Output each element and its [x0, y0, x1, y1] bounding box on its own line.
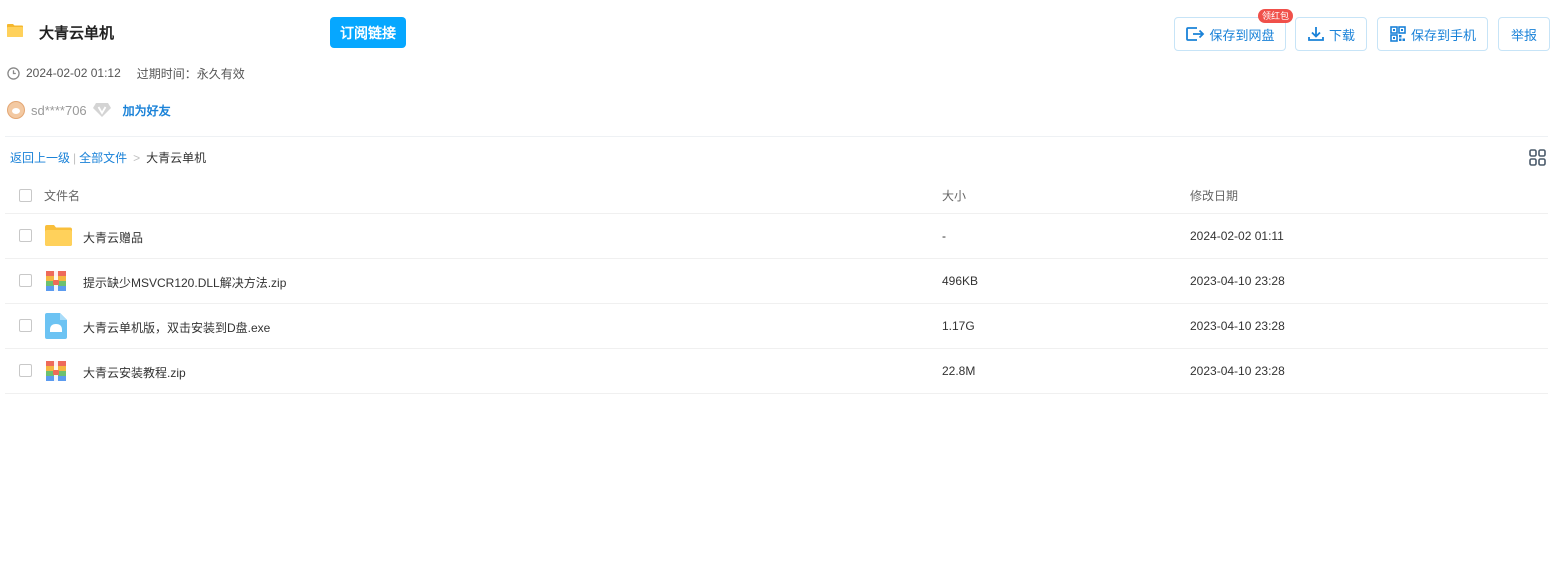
row-checkbox[interactable]: [19, 319, 32, 332]
report-button[interactable]: 举报: [1498, 17, 1550, 51]
header-date[interactable]: 修改日期: [1190, 187, 1238, 204]
file-size: 1.17G: [942, 319, 975, 333]
table-row[interactable]: 提示缺少MSVCR120.DLL解决方法.zip 496KB 2023-04-1…: [5, 259, 1548, 304]
page-title: 大青云单机: [39, 25, 115, 42]
file-size: -: [942, 229, 946, 243]
all-files-link[interactable]: 全部文件: [79, 149, 127, 166]
username: sd****706: [31, 102, 87, 118]
file-name[interactable]: 大青云赠品: [83, 229, 143, 246]
file-size: 496KB: [942, 274, 979, 288]
table-row[interactable]: 大青云安装教程.zip 22.8M 2023-04-10 23:28: [5, 349, 1548, 394]
vip-diamond-icon: [92, 103, 111, 117]
grid-view-icon[interactable]: [1529, 149, 1546, 166]
file-date: 2023-04-10 23:28: [1190, 274, 1285, 288]
header-size[interactable]: 大小: [942, 187, 966, 204]
select-all-checkbox[interactable]: [19, 189, 32, 202]
share-meta: 2024-02-02 01:12 过期时间：永久有效: [7, 65, 245, 81]
header-filename: 文件名: [44, 189, 81, 203]
file-name[interactable]: 大青云安装教程.zip: [83, 364, 186, 381]
download-button[interactable]: 下载: [1295, 17, 1367, 51]
download-icon: [1308, 27, 1324, 41]
table-row[interactable]: 大青云单机版，双击安装到D盘.exe 1.17G 2023-04-10 23:2…: [5, 304, 1548, 349]
folder-icon: [7, 24, 23, 37]
expire-time: 过期时间：永久有效: [136, 66, 245, 81]
save-export-icon: [1186, 27, 1205, 41]
file-size: 22.8M: [942, 364, 976, 378]
file-name[interactable]: 大青云单机版，双击安装到D盘.exe: [83, 319, 270, 336]
save-to-phone-label: 保存到手机: [1410, 27, 1476, 43]
breadcrumb: 返回上一级 | 全部文件 > 大青云单机: [10, 149, 206, 166]
file-date: 2023-04-10 23:28: [1190, 364, 1285, 378]
created-time: 2024-02-02 01:12: [26, 66, 121, 80]
add-friend-link[interactable]: 加为好友: [123, 102, 171, 119]
file-date: 2024-02-02 01:11: [1190, 229, 1284, 243]
row-checkbox[interactable]: [19, 274, 32, 287]
folder-icon: [45, 225, 72, 246]
zip-icon: [46, 361, 66, 381]
file-name[interactable]: 提示缺少MSVCR120.DLL解决方法.zip: [83, 274, 286, 291]
row-checkbox[interactable]: [19, 364, 32, 377]
exe-icon: [45, 313, 67, 339]
save-to-cloud-label: 保存到网盘: [1209, 27, 1275, 43]
table-row[interactable]: 大青云赠品 - 2024-02-02 01:11: [5, 214, 1548, 259]
row-checkbox[interactable]: [19, 229, 32, 242]
back-link[interactable]: 返回上一级: [10, 149, 70, 166]
sharer-info: sd****706 加为好友: [7, 100, 171, 120]
download-label: 下载: [1328, 27, 1355, 43]
zip-icon: [46, 271, 66, 291]
breadcrumb-divider: |: [73, 150, 77, 165]
save-to-phone-button[interactable]: 保存到手机: [1377, 17, 1488, 51]
red-packet-badge[interactable]: 领红包: [1258, 9, 1294, 23]
file-table-header: 文件名 大小 修改日期: [5, 174, 1548, 214]
clock-icon: [7, 66, 20, 80]
qr-code-icon: [1390, 26, 1406, 42]
subscribe-link-button[interactable]: 订阅链接: [330, 17, 406, 48]
header-divider: [5, 136, 1548, 137]
breadcrumb-current: 大青云单机: [146, 151, 207, 165]
avatar[interactable]: [7, 101, 25, 119]
file-date: 2023-04-10 23:28: [1190, 319, 1285, 333]
breadcrumb-arrow: >: [133, 150, 141, 165]
